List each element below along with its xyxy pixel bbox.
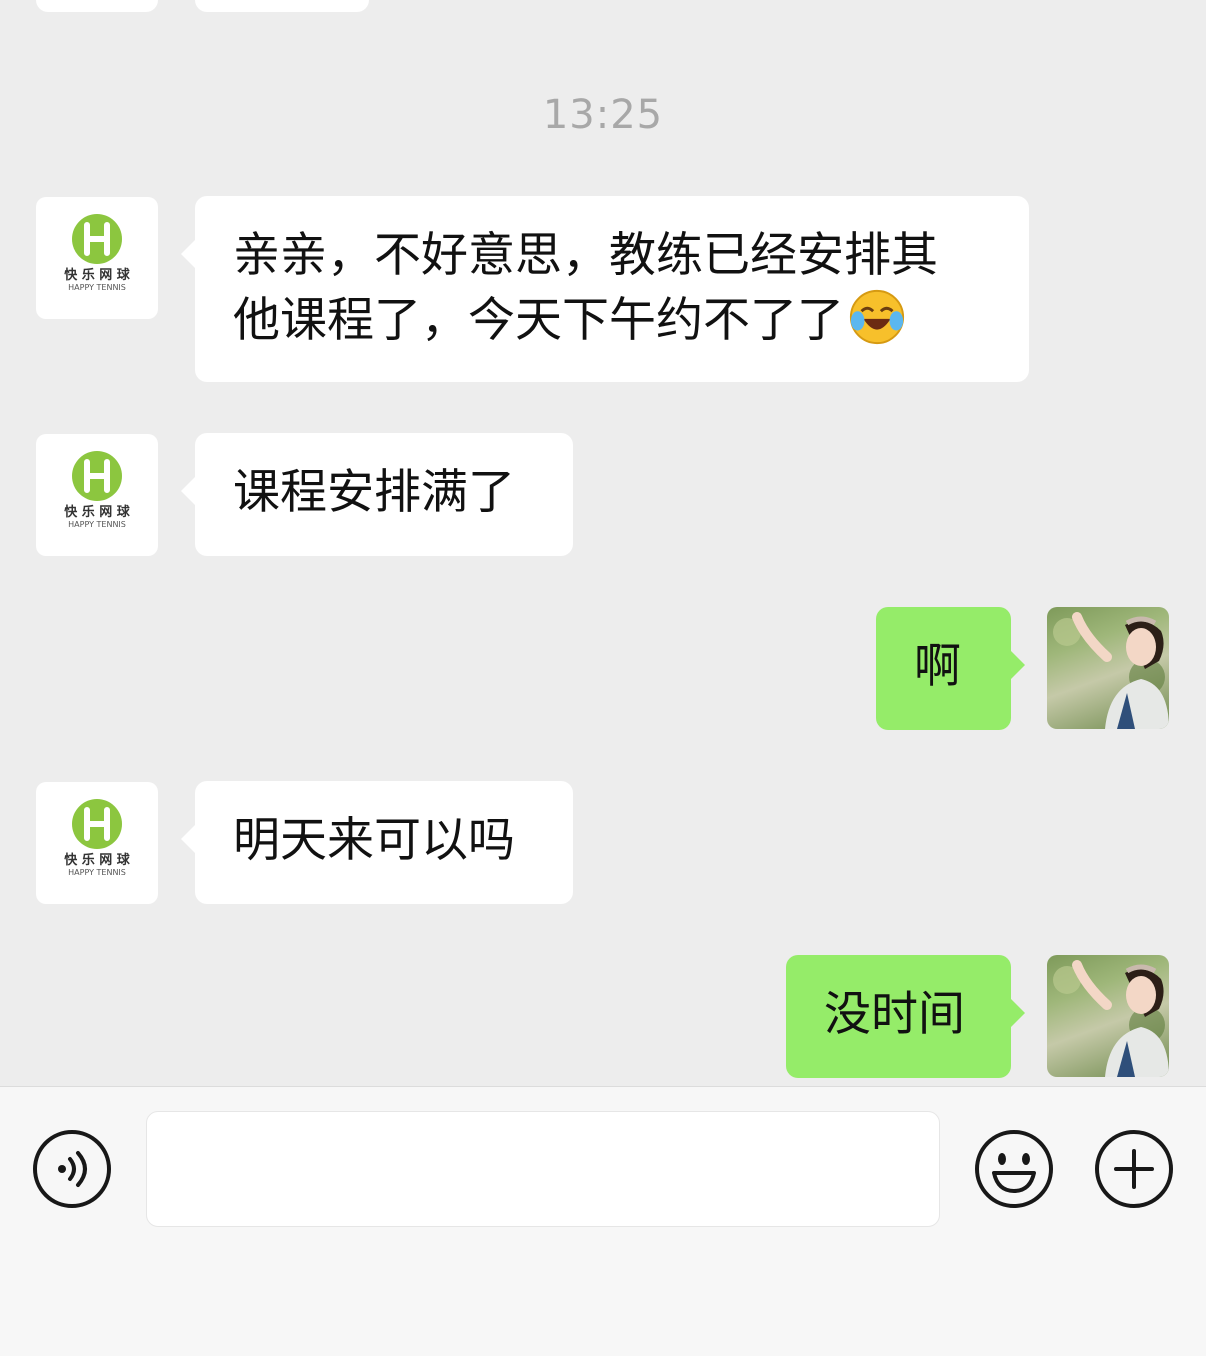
- message-timestamp: 13:25: [542, 92, 664, 138]
- user-photo: [1053, 612, 1169, 729]
- brand-avatar[interactable]: 快 乐 网 球 HAPPY TENNIS: [36, 782, 158, 904]
- message-text: 没时间: [824, 987, 965, 1042]
- message-bubble-outgoing[interactable]: 没时间: [786, 955, 1025, 1078]
- voice-icon: [33, 1130, 111, 1208]
- message-bubble-incoming[interactable]: 明天来可以吗: [181, 781, 573, 904]
- logo-name-cn: 快 乐 网 球: [64, 504, 131, 520]
- brand-avatar[interactable]: 快 乐 网 球 HAPPY TENNIS: [36, 434, 158, 556]
- logo-name-cn: 快 乐 网 球: [64, 852, 131, 868]
- happy-tennis-logo: 快 乐 网 球 HAPPY TENNIS: [64, 214, 131, 292]
- laughing-tears-emoji-icon: [849, 289, 905, 345]
- message-text: 明天来可以吗: [233, 813, 515, 868]
- message-bubble-outgoing[interactable]: 啊: [876, 607, 1025, 730]
- logo-name-cn: 快 乐 网 球: [64, 267, 131, 283]
- brand-avatar[interactable]: 快 乐 网 球 HAPPY TENNIS: [36, 197, 158, 319]
- logo-name-en: HAPPY TENNIS: [68, 868, 126, 877]
- user-avatar[interactable]: [1047, 955, 1169, 1077]
- message-text: 啊: [914, 639, 961, 694]
- input-bar: [0, 1086, 1206, 1356]
- message-bubble-incoming[interactable]: 课程安排满了: [181, 433, 573, 556]
- logo-name-en: HAPPY TENNIS: [68, 283, 126, 292]
- voice-button[interactable]: [32, 1129, 112, 1209]
- more-button[interactable]: [1094, 1129, 1174, 1209]
- emoji-button[interactable]: [974, 1129, 1054, 1209]
- message-bubble-incoming[interactable]: 亲亲，不好意思，教练已经安排其 他课程了，今天下午约不了了: [181, 196, 1029, 382]
- chat-area[interactable]: 13:25 快 乐 网 球 HAPPY TENNIS 亲亲，不好意思，教练已经安…: [0, 0, 1206, 1086]
- logo-name-en: HAPPY TENNIS: [68, 520, 126, 529]
- happy-tennis-logo: 快 乐 网 球 HAPPY TENNIS: [64, 451, 131, 529]
- message-text: 亲亲，不好意思，教练已经安排其 他课程了，今天下午约不了了: [233, 228, 938, 348]
- emoji-icon: [975, 1130, 1053, 1208]
- message-input[interactable]: [146, 1111, 940, 1227]
- user-avatar[interactable]: [1047, 607, 1169, 729]
- plus-icon: [1095, 1130, 1173, 1208]
- message-text: 课程安排满了: [233, 465, 515, 520]
- user-photo: [1053, 960, 1169, 1077]
- previous-avatar-edge: [36, 0, 158, 12]
- previous-bubble-edge: [195, 0, 369, 12]
- happy-tennis-logo: 快 乐 网 球 HAPPY TENNIS: [64, 799, 131, 877]
